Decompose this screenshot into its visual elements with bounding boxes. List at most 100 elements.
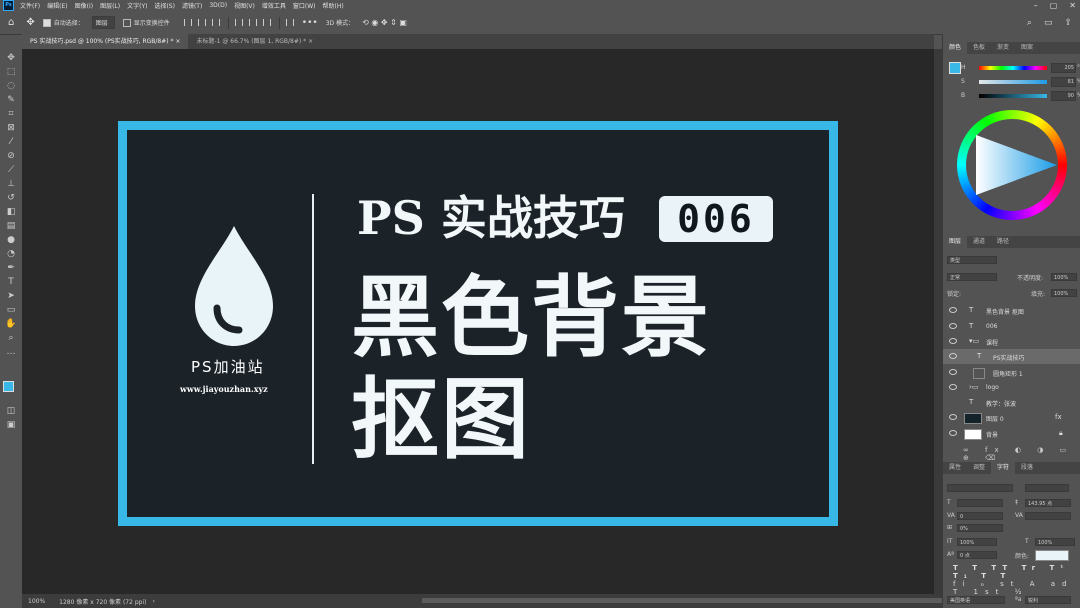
- move-tool-icon[interactable]: ✥: [5, 52, 17, 64]
- menu-type[interactable]: 文字(Y): [127, 1, 147, 10]
- color-triangle[interactable]: [957, 110, 1067, 220]
- tab-layers[interactable]: 图层: [943, 236, 968, 248]
- layer-name[interactable]: 教学：张波: [986, 399, 1016, 408]
- visibility-icon[interactable]: [949, 430, 957, 436]
- visibility-icon[interactable]: [949, 353, 957, 359]
- kerning-input[interactable]: 0: [957, 512, 1003, 520]
- layer-name[interactable]: logo: [986, 384, 999, 391]
- type-tool-icon[interactable]: T: [5, 276, 17, 288]
- hand-tool-icon[interactable]: ✋: [5, 318, 17, 330]
- tab-patterns[interactable]: 图案: [1015, 42, 1039, 54]
- layer-name[interactable]: 背景: [986, 430, 998, 439]
- tab-character[interactable]: 字符: [991, 462, 1016, 474]
- brightness-slider[interactable]: B 90 %: [961, 91, 1080, 101]
- blur-tool-icon[interactable]: ●: [5, 234, 17, 246]
- align-left-icon[interactable]: [183, 19, 192, 26]
- align-top-icon[interactable]: [234, 19, 243, 26]
- layer-item[interactable]: 背景 🔒︎: [943, 426, 1080, 441]
- minimize-icon[interactable]: –: [1034, 0, 1038, 11]
- marquee-tool-icon[interactable]: ⬚: [5, 66, 17, 78]
- lasso-tool-icon[interactable]: ◌: [5, 80, 17, 92]
- fill-input[interactable]: 100%: [1051, 289, 1077, 297]
- vertical-scale-input[interactable]: 100%: [957, 538, 997, 546]
- menu-edit[interactable]: 编辑(E): [47, 1, 67, 10]
- visibility-icon[interactable]: [949, 414, 957, 420]
- visibility-icon[interactable]: [949, 323, 957, 329]
- tab-ps-tips[interactable]: PS 实战技巧.psd @ 100% (PS实战技巧, RGB/8#) * ×: [22, 34, 189, 49]
- hue-value[interactable]: 205: [1051, 63, 1076, 73]
- foreground-color-swatch[interactable]: [949, 62, 961, 74]
- layer-name[interactable]: 图层 0: [986, 414, 1004, 423]
- align-middle-icon[interactable]: [248, 19, 257, 26]
- menu-view[interactable]: 视图(V): [234, 1, 255, 10]
- show-transform-checkbox[interactable]: [122, 18, 131, 27]
- menu-window[interactable]: 窗口(W): [293, 1, 316, 10]
- text-color-swatch[interactable]: [1035, 550, 1069, 561]
- font-family-dropdown[interactable]: [947, 484, 1013, 492]
- move-tool-icon[interactable]: ✥: [26, 17, 34, 28]
- layer-filter-dropdown[interactable]: 类型: [947, 256, 997, 264]
- eraser-icon[interactable]: ◧: [5, 206, 17, 218]
- layers-footer-icons[interactable]: ∞ fx ◐ ◑ ▭ ⊕ ⌫: [963, 446, 1080, 462]
- eyedropper-icon[interactable]: ⁄: [5, 136, 17, 148]
- crop-tool-icon[interactable]: ⌗: [5, 108, 17, 120]
- zoom-tool-icon[interactable]: ⌕: [5, 332, 17, 344]
- menu-help[interactable]: 帮助(H): [323, 1, 344, 10]
- search-icon[interactable]: ⌕: [1027, 18, 1032, 28]
- menu-image[interactable]: 图像(I): [75, 1, 93, 10]
- workspace-icon[interactable]: ▭: [1044, 18, 1053, 28]
- layer-item[interactable]: 图层 0 fx: [943, 410, 1080, 425]
- font-size-input[interactable]: [957, 499, 1003, 507]
- layer-item[interactable]: 圆角矩形 1: [943, 365, 1080, 380]
- tab-paragraph[interactable]: 段落: [1015, 462, 1039, 474]
- layer-item-selected[interactable]: T PS实战技巧: [943, 349, 1080, 364]
- menu-3d[interactable]: 3D(D): [209, 2, 227, 9]
- visibility-icon[interactable]: [949, 384, 957, 390]
- menu-filter[interactable]: 滤镜(T): [182, 1, 202, 10]
- layer-name[interactable]: 黑色背景 抠图: [986, 307, 1024, 316]
- status-arrow-icon[interactable]: ›: [152, 598, 154, 605]
- hue-slider[interactable]: H 205 °: [961, 63, 1080, 73]
- brightness-value[interactable]: 90: [1051, 91, 1076, 101]
- menu-select[interactable]: 选择(S): [154, 1, 175, 10]
- healing-brush-icon[interactable]: ⊘: [5, 150, 17, 162]
- layer-item[interactable]: T 黑色背景 抠图: [943, 303, 1080, 318]
- horizontal-scrollbar[interactable]: [422, 598, 942, 603]
- more-options-icon[interactable]: •••: [302, 18, 318, 28]
- horizontal-scale-input[interactable]: 100%: [1035, 538, 1075, 546]
- layer-group[interactable]: ▾▭ 课程: [943, 334, 1080, 349]
- fx-icon[interactable]: fx: [1055, 413, 1062, 421]
- auto-select-dropdown[interactable]: 图层: [91, 16, 115, 29]
- vertical-scrollbar[interactable]: [934, 49, 942, 594]
- saturation-slider[interactable]: S 81 %: [961, 77, 1080, 87]
- align-bottom-icon[interactable]: [262, 19, 271, 26]
- opacity-input[interactable]: 100%: [1051, 273, 1077, 281]
- canvas-area[interactable]: PS加油站 www.jiayouzhan.xyz PS 实战技巧 006 黑色背…: [22, 49, 934, 594]
- foreground-color-swatch[interactable]: [3, 381, 14, 392]
- layer-item[interactable]: T 教学：张波: [943, 395, 1080, 410]
- quick-mask-icon[interactable]: ◫: [5, 405, 17, 417]
- layer-item[interactable]: T 006: [943, 319, 1080, 334]
- visibility-icon[interactable]: [949, 369, 957, 375]
- brush-tool-icon[interactable]: ⟋: [5, 164, 17, 176]
- font-style-dropdown[interactable]: [1025, 484, 1069, 492]
- align-center-icon[interactable]: [197, 19, 206, 26]
- frame-tool-icon[interactable]: ⊠: [5, 122, 17, 134]
- leading-input[interactable]: 143.95 点: [1025, 499, 1071, 507]
- history-brush-icon[interactable]: ↺: [5, 192, 17, 204]
- screen-mode-icon[interactable]: ▣: [5, 419, 17, 431]
- align-right-icon[interactable]: [211, 19, 220, 26]
- anti-alias-dropdown[interactable]: 锐利: [1025, 596, 1071, 604]
- tab-gradients[interactable]: 渐变: [991, 42, 1015, 54]
- gradient-tool-icon[interactable]: ▤: [5, 220, 17, 232]
- layer-group[interactable]: ›▭ logo: [943, 380, 1080, 395]
- menu-plugins[interactable]: 增效工具: [262, 1, 286, 10]
- share-icon[interactable]: ⇪: [1064, 18, 1072, 28]
- more-tools-icon[interactable]: …: [5, 346, 17, 358]
- menu-file[interactable]: 文件(F): [20, 1, 40, 10]
- dodge-tool-icon[interactable]: ◔: [5, 248, 17, 260]
- text-style-buttons[interactable]: T T TT Tr T¹ T₁ T T: [953, 564, 1080, 580]
- home-icon[interactable]: ⌂: [8, 17, 14, 28]
- tab-untitled[interactable]: 未标题-1 @ 66.7% (图层 1, RGB/8#) * ×: [188, 34, 321, 49]
- language-dropdown[interactable]: 美国英语: [947, 596, 1005, 604]
